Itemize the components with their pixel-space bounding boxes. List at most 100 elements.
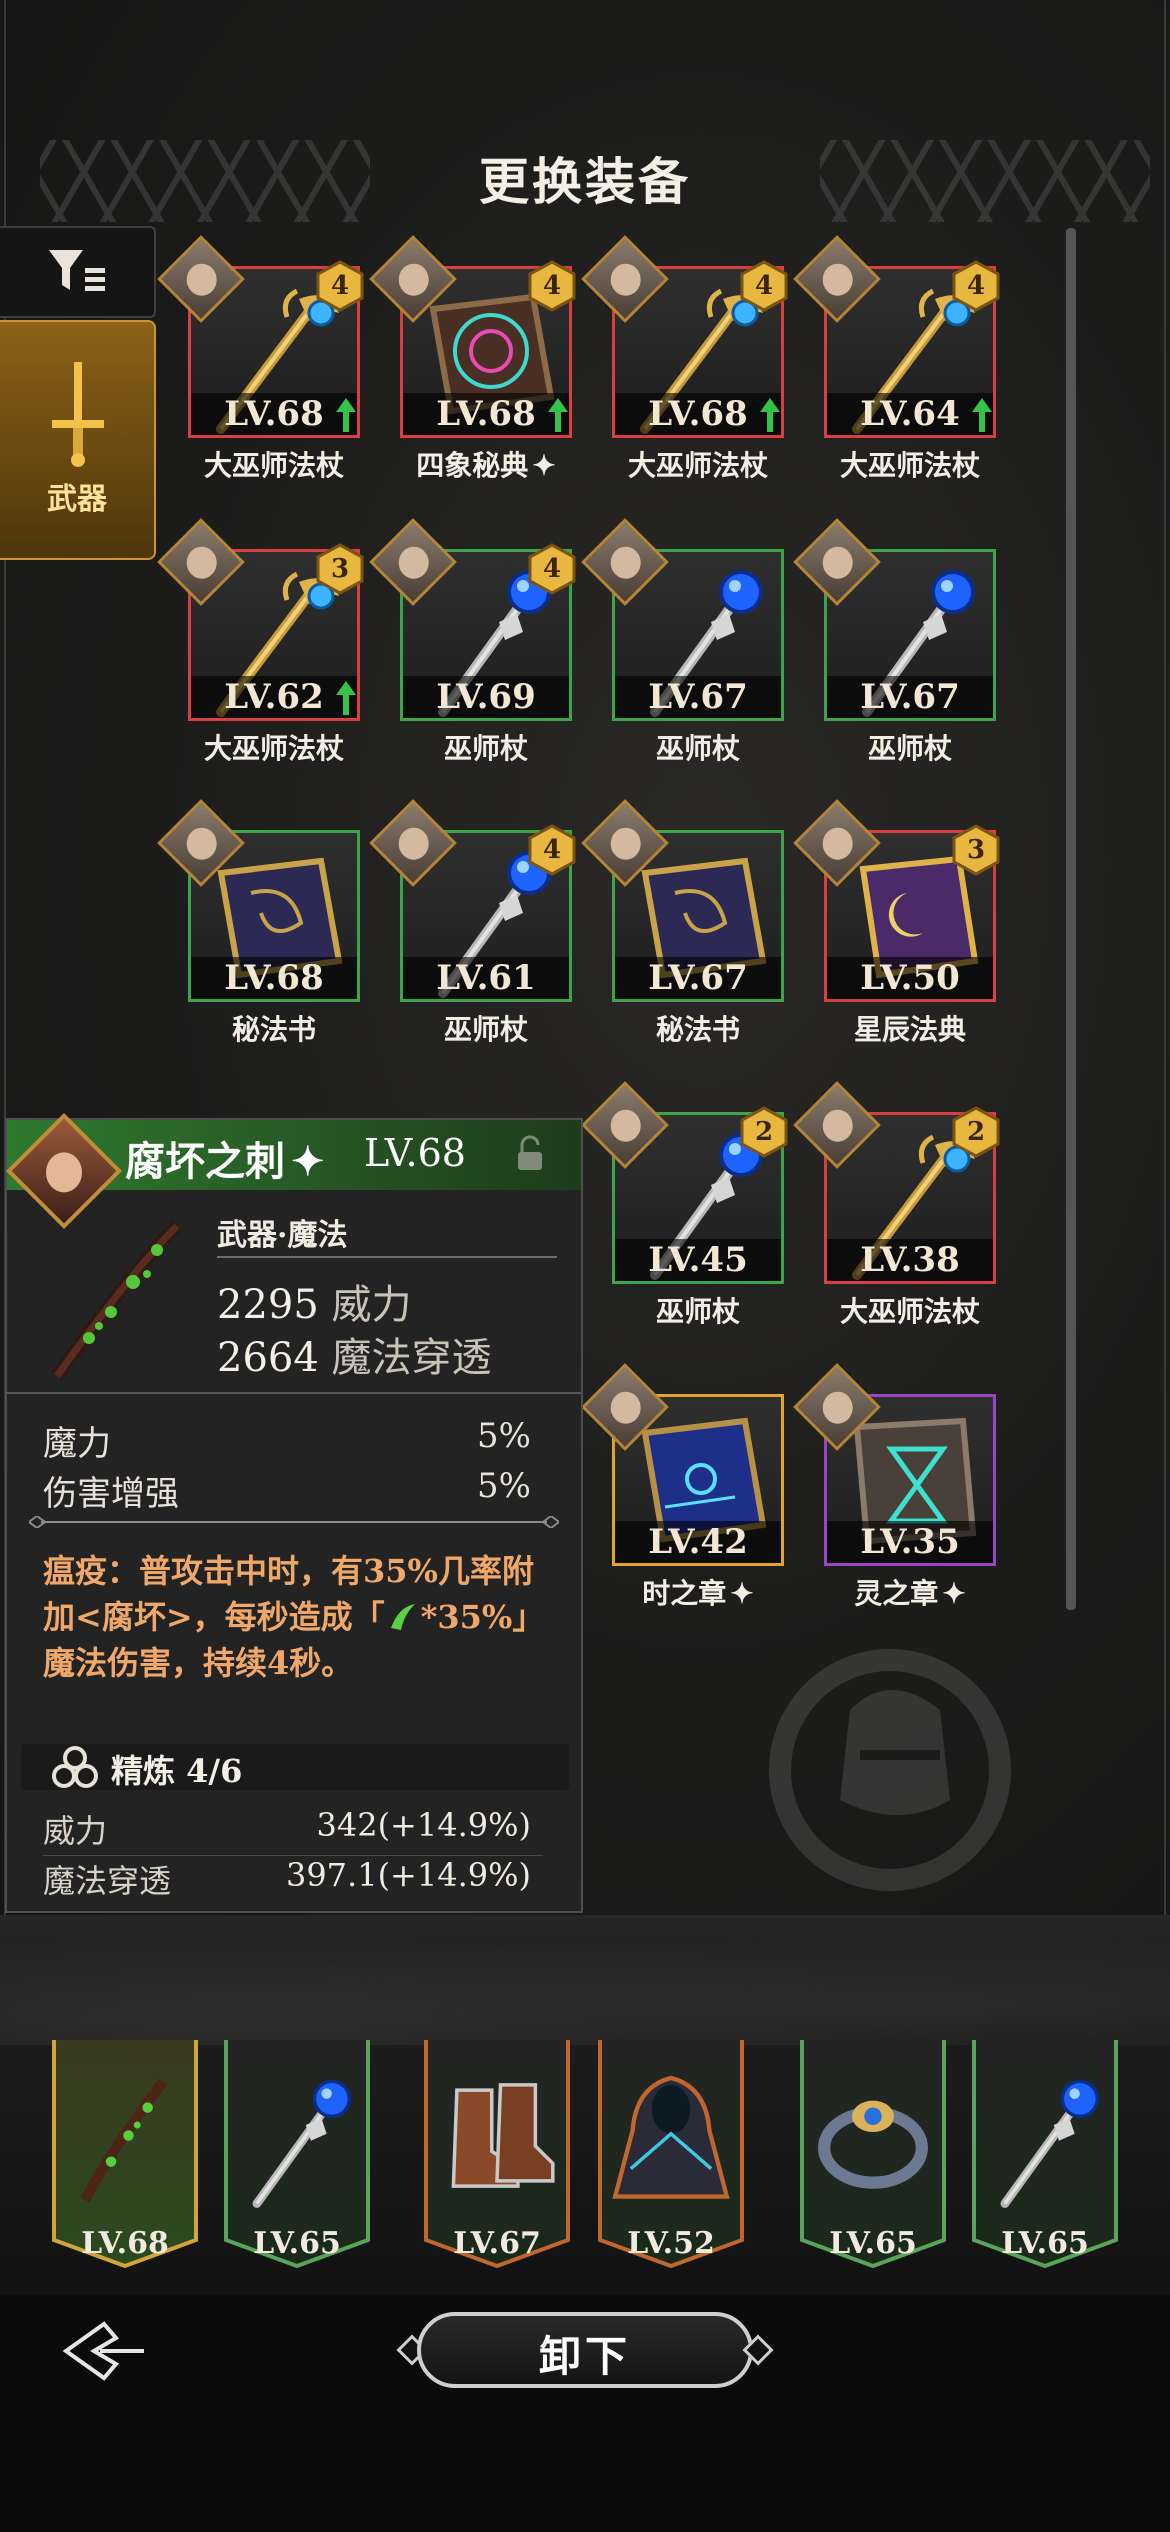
equipped-art-icon [252,2079,352,2208]
item-level: LV.68 [191,393,357,435]
star-rank-badge: 3 [314,543,366,595]
refine-stat-value: 342(+14.9%) [316,1806,531,1844]
equipped-slot[interactable]: LV.68 [50,2040,200,2270]
item-level: LV.61 [403,957,569,999]
item-name: 秘法书 [655,1013,740,1046]
badge-value: 4 [542,554,562,584]
back-button[interactable] [60,2318,150,2384]
equipped-art-icon [80,2078,168,2203]
item-card[interactable]: LV.67 巫师杖 [581,518,784,765]
attr-label: 伤害增强 [43,1474,179,1514]
item-detail-popup: 腐坏之刺 ✦ LV.68 武器·魔法 2295 威力 2664 魔法穿透 魔力 5… [5,1113,583,1913]
item-name: 大巫师法杖 [627,449,768,482]
item-card[interactable]: LV.61 4 巫师杖 [369,799,576,1046]
refine-stat-label: 魔法穿透 [43,1862,172,1900]
equipped-level: LV.67 [453,2226,541,2261]
star-rank-badge: 4 [526,543,578,595]
stat-magic-penetration: 2664 魔法穿透 [217,1335,492,1381]
upgrade-arrow-icon [336,681,356,715]
claw-icon [390,1604,415,1630]
star-rank-badge: 4 [526,260,578,312]
scrollbar[interactable] [1066,228,1076,1610]
equipped-art-icon [451,2083,555,2188]
tab-weapon[interactable]: 武器 [0,320,156,560]
equipped-slot[interactable]: LV.67 [422,2040,572,2270]
item-level: LV.67 [827,676,993,718]
equipment-panel: 更换装备 武器 LV.68 4 大巫师法杖 LV.68 4 四象秘典 ✦ LV.… [0,0,1170,1915]
equipped-slot[interactable]: LV.52 [596,2040,746,2270]
ornament-divider [29,1516,559,1528]
item-level: LV.38 [827,1239,993,1281]
upgrade-arrow-icon [336,398,356,432]
stat-power: 2295 威力 [217,1282,412,1328]
attr-value: 5% [477,1416,531,1456]
equipped-level: LV.65 [829,2226,917,2261]
sword-icon [52,362,104,467]
refine-label: 精炼 4/6 [111,1752,243,1790]
upgrade-arrow-icon [548,398,568,432]
attr-label: 魔力 [43,1424,111,1464]
item-level: LV.68 [403,393,569,435]
equipped-level: LV.65 [253,2226,341,2261]
equipped-level: LV.65 [1001,2226,1089,2261]
item-name: 大巫师法杖 [203,449,344,482]
thorn-weapon-icon [51,1221,182,1381]
item-card[interactable]: LV.68 4 大巫师法杖 [157,235,364,482]
badge-value: 2 [966,1117,986,1147]
knight-emblem-icon [769,1649,1011,1891]
item-card[interactable]: LV.69 4 巫师杖 [369,518,576,765]
item-card[interactable]: LV.67 秘法书 [581,799,784,1046]
lock-icon[interactable] [515,1134,545,1174]
item-level: LV.67 [615,676,781,718]
detail-item-name: 腐坏之刺 ✦ [125,1138,325,1185]
item-level: LV.68 [191,957,357,999]
equipped-slot[interactable]: LV.65 [970,2040,1120,2270]
detail-item-level: LV.68 [364,1131,466,1175]
equipped-art-icon [1000,2079,1100,2208]
divider [217,1256,557,1258]
item-card[interactable]: LV.35 灵之章 ✦ [793,1363,996,1610]
item-card[interactable]: LV.64 4 大巫师法杖 [793,235,1000,482]
equipped-slot[interactable]: LV.65 [798,2040,948,2270]
item-level: LV.50 [827,957,993,999]
item-name: 四象秘典 ✦ [416,449,556,482]
badge-value: 2 [754,1117,774,1147]
item-card[interactable]: LV.68 4 大巫师法杖 [581,235,788,482]
star-rank-badge: 4 [314,260,366,312]
item-name: 大巫师法杖 [839,1295,980,1328]
item-name: 灵之章 ✦ [854,1577,966,1610]
item-level: LV.42 [615,1521,781,1563]
item-level: LV.67 [615,957,781,999]
item-name: 星辰法典 [853,1013,966,1046]
badge-value: 4 [754,271,774,301]
item-card[interactable]: LV.45 2 巫师杖 [581,1081,788,1328]
item-level: LV.45 [615,1239,781,1281]
item-level: LV.69 [403,676,569,718]
refine-stat-label: 威力 [43,1812,108,1850]
item-name: 时之章 ✦ [642,1577,754,1610]
filter-button[interactable] [0,226,156,318]
item-level: LV.62 [191,676,357,718]
badge-value: 4 [966,271,986,301]
refine-stat-value: 397.1(+14.9%) [285,1856,531,1894]
item-card[interactable]: LV.62 3 大巫师法杖 [157,518,364,765]
star-rank-badge: 2 [950,1106,1002,1158]
item-card[interactable]: LV.50 3 星辰法典 [793,799,1000,1046]
item-card[interactable]: LV.68 4 四象秘典 ✦ [369,235,576,482]
item-name: 巫师杖 [867,732,952,765]
item-card[interactable]: LV.38 2 大巫师法杖 [793,1081,1000,1328]
equipped-slot[interactable]: LV.65 [222,2040,372,2270]
item-card[interactable]: LV.42 时之章 ✦ [581,1363,784,1610]
item-name: 巫师杖 [443,1013,528,1046]
item-card[interactable]: LV.67 巫师杖 [793,518,996,765]
detail-item-type: 武器·魔法 [217,1218,348,1253]
item-card[interactable]: LV.68 秘法书 [157,799,360,1046]
skill-description: 瘟疫：普攻击中时，有35%几率附加<腐坏>，每秒造成「 *35%」魔法伤害，持续4… [43,1552,545,1682]
star-rank-badge: 3 [950,824,1002,876]
star-rank-badge: 2 [738,1106,790,1158]
equipped-level: LV.52 [627,2226,715,2261]
unequip-button[interactable]: 卸下 [395,2309,775,2391]
star-rank-badge: 4 [526,824,578,876]
refine-header: 精炼 4/6 [21,1744,569,1790]
item-level: LV.64 [827,393,993,435]
